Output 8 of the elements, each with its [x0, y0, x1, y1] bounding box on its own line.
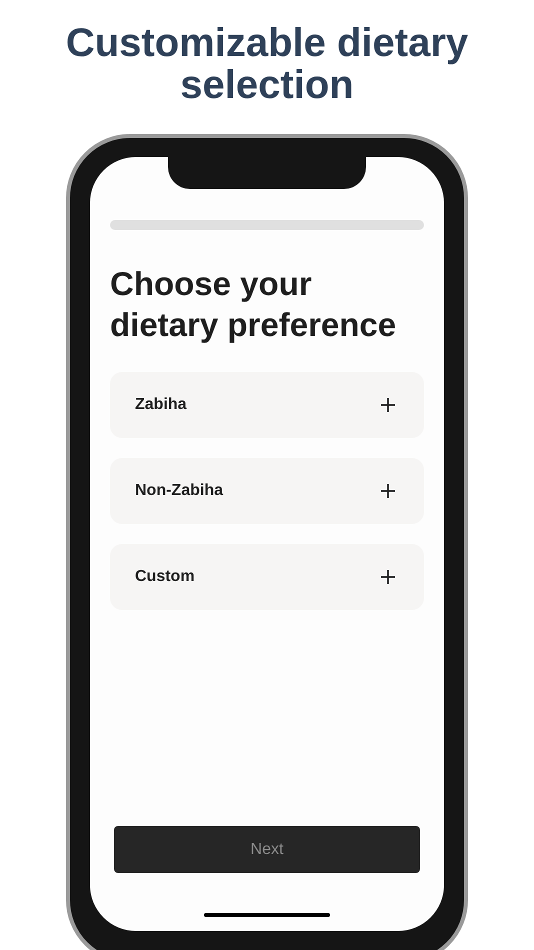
plus-icon: [380, 569, 396, 585]
option-card[interactable]: Non-Zabiha: [110, 458, 424, 524]
page-title: Choose your dietary preference: [110, 264, 398, 345]
plus-icon: [380, 397, 396, 413]
option-card[interactable]: Custom: [110, 544, 424, 610]
plus-icon: [380, 483, 396, 499]
option-card[interactable]: Zabiha: [110, 372, 424, 438]
headline: Customizable dietary selection: [64, 22, 470, 106]
